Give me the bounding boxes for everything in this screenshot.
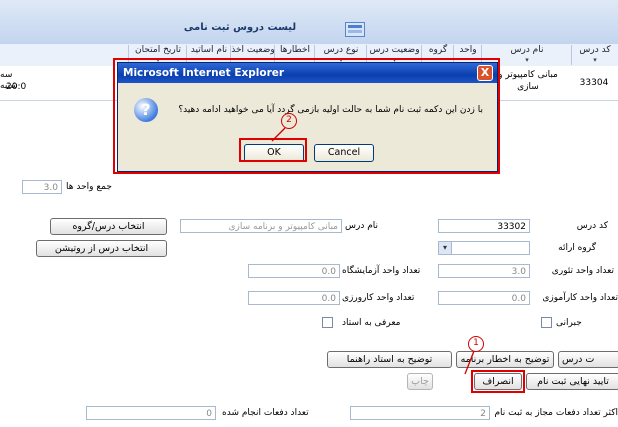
course-name-label: نام درس: [345, 221, 379, 231]
row-course-name-line1: مبانی کامپیوتر و: [498, 70, 558, 80]
offering-group-select[interactable]: ▾: [438, 241, 530, 255]
done-attempts-field: 0: [86, 406, 216, 420]
allowed-attempts-label: اکثر تعداد دفعات مجاز به ثبت نام: [494, 408, 618, 418]
confirm-dialog: Microsoft Internet Explorer X ? با زدن ا…: [117, 62, 498, 172]
done-attempts-label: تعداد دفعات انجام شده: [222, 408, 309, 418]
course-action-button[interactable]: ت درس: [558, 351, 618, 368]
grid-title: لیست دروس ثبت نامی: [183, 22, 297, 33]
advisor-explanation-button[interactable]: توضیح به استاد راهنما: [327, 351, 452, 368]
training-units-field: 0.0: [438, 291, 530, 305]
grid-list-icon: [345, 22, 365, 37]
course-code-label: کد درس: [576, 221, 608, 231]
training-units-label: تعداد واحد کارآموزی: [542, 293, 618, 303]
dialog-title: Microsoft Internet Explorer: [123, 67, 285, 79]
compensatory-checkbox[interactable]: [541, 317, 552, 328]
total-units-label: جمع واحد ها: [66, 182, 112, 192]
select-course-group-button[interactable]: انتخاب درس/گروه: [50, 218, 167, 235]
workshop-units-field: 0.0: [248, 291, 340, 305]
intro-to-master-label: معرفی به استاد: [342, 318, 401, 328]
row-course-name-line2: سازی: [517, 82, 539, 92]
callout-two-pointer: [271, 127, 286, 142]
print-button[interactable]: چاپ: [407, 373, 433, 390]
workshop-units-label: تعداد واحد کارورزی: [342, 293, 415, 303]
offering-group-label: گروه ارائه: [558, 243, 596, 253]
select-course-from-routine-button[interactable]: انتخاب درس از روتیشن: [36, 240, 167, 257]
total-units-field: 3.0: [22, 180, 62, 194]
row-course-code: 33304: [579, 78, 609, 88]
final-confirm-button[interactable]: تایید نهایی ثبت نام: [526, 373, 618, 390]
course-name-input[interactable]: مبانی کامپیوتر و برنامه سازی: [180, 219, 342, 233]
chevron-down-icon[interactable]: ▾: [439, 242, 452, 254]
allowed-attempts-field: 2: [350, 406, 490, 420]
close-icon[interactable]: X: [477, 65, 493, 81]
lab-units-field: 0.0: [248, 264, 340, 278]
question-icon: ?: [134, 98, 158, 122]
row-exam-date-line2: 20:0: [6, 82, 27, 92]
cancel-button-highlight: [471, 370, 525, 393]
dialog-message: با زدن این دکمه ثبت نام شما به حالت اولی…: [178, 105, 483, 115]
dialog-cancel-button[interactable]: Cancel: [314, 144, 374, 162]
compensatory-label: جبرانی: [556, 318, 582, 328]
dialog-title-bar[interactable]: Microsoft Internet Explorer: [118, 63, 497, 83]
theory-units-field: 3.0: [438, 264, 530, 278]
intro-to-master-checkbox[interactable]: [322, 317, 333, 328]
callout-one-pointer: [464, 350, 475, 375]
theory-units-label: تعداد واحد تئوری: [551, 266, 614, 276]
lab-units-label: تعداد واحد آزمایشگاه: [342, 266, 421, 276]
column-header-course-code[interactable]: کد درس ▾: [571, 45, 618, 65]
course-code-input[interactable]: 33302: [438, 219, 530, 233]
